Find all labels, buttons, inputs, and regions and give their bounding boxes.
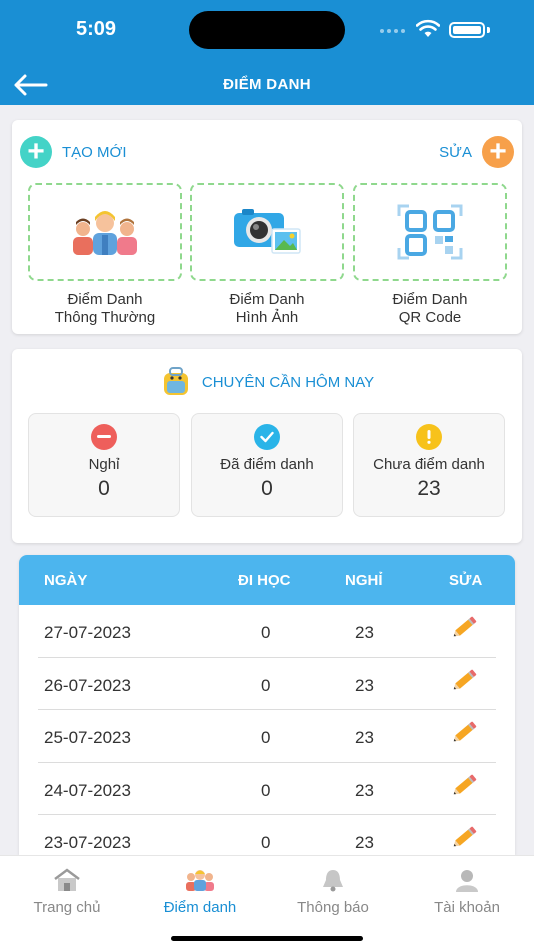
create-new-button[interactable]: + TẠO MỚI bbox=[20, 136, 127, 168]
page-title: ĐIỂM DANH bbox=[223, 76, 311, 93]
minus-circle-icon bbox=[91, 424, 117, 450]
cell-date: 24-07-2023 bbox=[44, 780, 131, 800]
status-time: 5:09 bbox=[76, 18, 117, 40]
attendance-today-card: CHUYÊN CẦN HÔM NAY Nghỉ 0 Đã điểm danh 0… bbox=[12, 349, 522, 543]
stat-label: Chưa điểm danh bbox=[373, 456, 485, 473]
header-date: NGÀY bbox=[44, 572, 88, 589]
camera-icon bbox=[234, 209, 301, 254]
cell-present: 0 bbox=[261, 780, 271, 800]
create-new-label: TẠO MỚI bbox=[62, 143, 127, 161]
stat-value: 23 bbox=[417, 477, 441, 500]
option-label-line1: Điểm Danh bbox=[67, 291, 143, 308]
dynamic-island bbox=[189, 11, 345, 49]
option-label-line2: Hình Ảnh bbox=[235, 309, 299, 326]
nav-attendance[interactable]: Điểm danh bbox=[133, 868, 267, 916]
cell-absent: 23 bbox=[355, 675, 374, 695]
cell-absent: 23 bbox=[355, 833, 374, 852]
table-row: 27-07-2023 0 23 bbox=[19, 605, 515, 658]
pencil-icon[interactable] bbox=[453, 667, 479, 696]
option-label-line2: QR Code bbox=[398, 309, 462, 326]
table-row: 23-07-2023 0 23 bbox=[19, 815, 515, 855]
battery-icon bbox=[449, 22, 485, 38]
table-row: 24-07-2023 0 23 bbox=[19, 763, 515, 816]
students-icon bbox=[73, 211, 137, 255]
nav-label: Tài khoản bbox=[434, 899, 500, 916]
table-row: 25-07-2023 0 23 bbox=[19, 710, 515, 763]
attendance-history-table[interactable]: NGÀY ĐI HỌC NGHỈ SỬA 27-07-2023 0 23 26-07-… bbox=[19, 555, 515, 855]
backpack-icon bbox=[163, 367, 188, 395]
students-icon bbox=[186, 870, 214, 891]
pencil-icon[interactable] bbox=[453, 772, 479, 801]
account-icon bbox=[456, 870, 478, 892]
cell-present: 0 bbox=[261, 833, 271, 852]
create-card: + TẠO MỚI SỬA + Điểm Danh Thông Thường Đ… bbox=[12, 120, 522, 334]
nav-notifications[interactable]: Thông báo bbox=[266, 868, 400, 916]
cell-present: 0 bbox=[261, 675, 271, 695]
header-edit: SỬA bbox=[449, 572, 483, 589]
option-normal-attendance[interactable]: Điểm Danh Thông Thường bbox=[28, 183, 182, 327]
option-image-attendance[interactable]: Điểm Danh Hình Ảnh bbox=[190, 183, 344, 327]
nav-label: Điểm danh bbox=[163, 899, 237, 916]
cell-present: 0 bbox=[261, 623, 271, 642]
pencil-icon[interactable] bbox=[453, 719, 479, 748]
cell-date: 23-07-2023 bbox=[44, 833, 131, 852]
qr-code-icon bbox=[397, 204, 463, 260]
home-indicator bbox=[171, 936, 363, 941]
table-row: 26-07-2023 0 23 bbox=[19, 658, 515, 711]
option-label-line2: Thông Thường bbox=[54, 309, 156, 326]
edit-label: SỬA bbox=[439, 143, 472, 161]
cell-present: 0 bbox=[261, 728, 271, 747]
warning-circle-icon bbox=[416, 424, 442, 450]
attendance-title: CHUYÊN CẦN HÔM NAY bbox=[12, 367, 522, 397]
cell-date: 27-07-2023 bbox=[44, 623, 131, 642]
plus-icon: + bbox=[482, 136, 514, 168]
option-box bbox=[353, 183, 507, 281]
option-label-line1: Điểm Danh bbox=[392, 291, 468, 308]
edit-button[interactable]: SỬA + bbox=[439, 136, 514, 168]
plus-icon: + bbox=[20, 136, 52, 168]
cell-date: 25-07-2023 bbox=[44, 728, 131, 747]
stat-checked-in: Đã điểm danh 0 bbox=[191, 413, 343, 517]
option-box bbox=[190, 183, 344, 281]
check-circle-icon bbox=[254, 424, 280, 450]
nav-label: Thông báo bbox=[297, 899, 369, 916]
stat-value: 0 bbox=[98, 477, 110, 500]
cell-absent: 23 bbox=[355, 728, 374, 747]
table-header: NGÀY ĐI HỌC NGHỈ SỬA bbox=[19, 555, 515, 605]
option-box bbox=[28, 183, 182, 281]
wifi-icon bbox=[416, 19, 440, 37]
stat-label: Đã điểm danh bbox=[220, 456, 314, 473]
cell-date: 26-07-2023 bbox=[44, 675, 131, 695]
nav-account[interactable]: Tài khoản bbox=[400, 868, 534, 916]
nav-home[interactable]: Trang chủ bbox=[0, 868, 134, 916]
attendance-title-text: CHUYÊN CẦN HÔM NAY bbox=[201, 373, 375, 391]
table-body: 27-07-2023 0 23 26-07-2023 0 23 25-07-2023 0 23 2… bbox=[19, 605, 515, 855]
cell-absent: 23 bbox=[355, 780, 374, 800]
stat-value: 0 bbox=[261, 477, 273, 500]
stat-absent: Nghỉ 0 bbox=[28, 413, 180, 517]
house-icon bbox=[54, 868, 80, 891]
option-label-line1: Điểm Danh bbox=[229, 291, 305, 308]
stat-label: Nghỉ bbox=[88, 456, 120, 473]
pencil-icon[interactable] bbox=[453, 614, 479, 643]
pencil-icon[interactable] bbox=[453, 824, 479, 853]
bell-icon bbox=[323, 870, 343, 892]
cell-absent: 23 bbox=[355, 623, 374, 642]
app-header: 5:09 ĐIỂM DANH bbox=[0, 0, 534, 105]
stat-not-checked: Chưa điểm danh 23 bbox=[353, 413, 505, 517]
signal-icon bbox=[380, 29, 405, 33]
option-qr-attendance[interactable]: Điểm Danh QR Code bbox=[353, 183, 507, 327]
battery-cap bbox=[487, 27, 490, 33]
nav-label: Trang chủ bbox=[33, 899, 101, 916]
header-present: ĐI HỌC bbox=[238, 572, 291, 589]
header-absent: NGHỈ bbox=[345, 572, 383, 589]
